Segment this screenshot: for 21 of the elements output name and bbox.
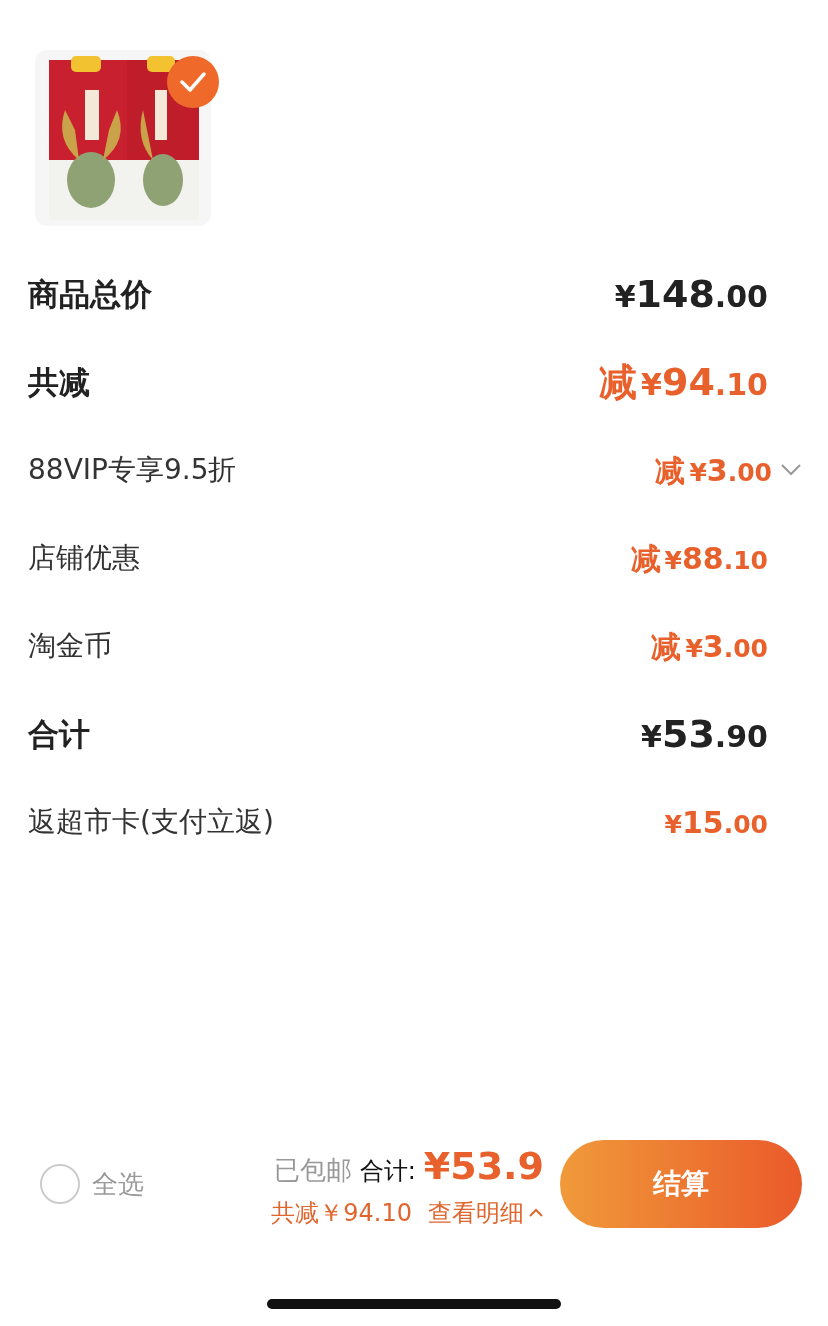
price: 减¥94.10 bbox=[599, 358, 768, 406]
row-label: 商品总价 bbox=[28, 274, 152, 314]
select-all-label: 全选 bbox=[92, 1167, 144, 1201]
shipping-note: 已包邮 bbox=[273, 1153, 352, 1187]
row-label: 共减 bbox=[28, 362, 90, 402]
total-label: 合计: bbox=[359, 1155, 416, 1187]
price: 减¥3.00 bbox=[651, 627, 768, 666]
row-label: 淘金币 bbox=[28, 628, 112, 664]
total-price: ¥53.9 bbox=[423, 1142, 544, 1190]
price: ¥148.00 bbox=[614, 270, 768, 318]
price: ¥53.90 bbox=[641, 710, 768, 758]
row-label: 返超市卡(支付立返) bbox=[28, 804, 274, 840]
row-label: 店铺优惠 bbox=[28, 540, 140, 576]
checkout-button[interactable]: 结算 bbox=[560, 1140, 802, 1228]
row-label: 合计 bbox=[28, 714, 90, 754]
details-link[interactable]: 查看明细 bbox=[428, 1194, 544, 1231]
row-label: 88VIP专享9.5折 bbox=[28, 452, 237, 488]
savings-text: 共减￥94.10 bbox=[271, 1197, 412, 1229]
price: 减¥3.00 bbox=[655, 451, 772, 490]
price: ¥15.00 bbox=[664, 803, 768, 842]
price: 减¥88.10 bbox=[630, 539, 768, 578]
